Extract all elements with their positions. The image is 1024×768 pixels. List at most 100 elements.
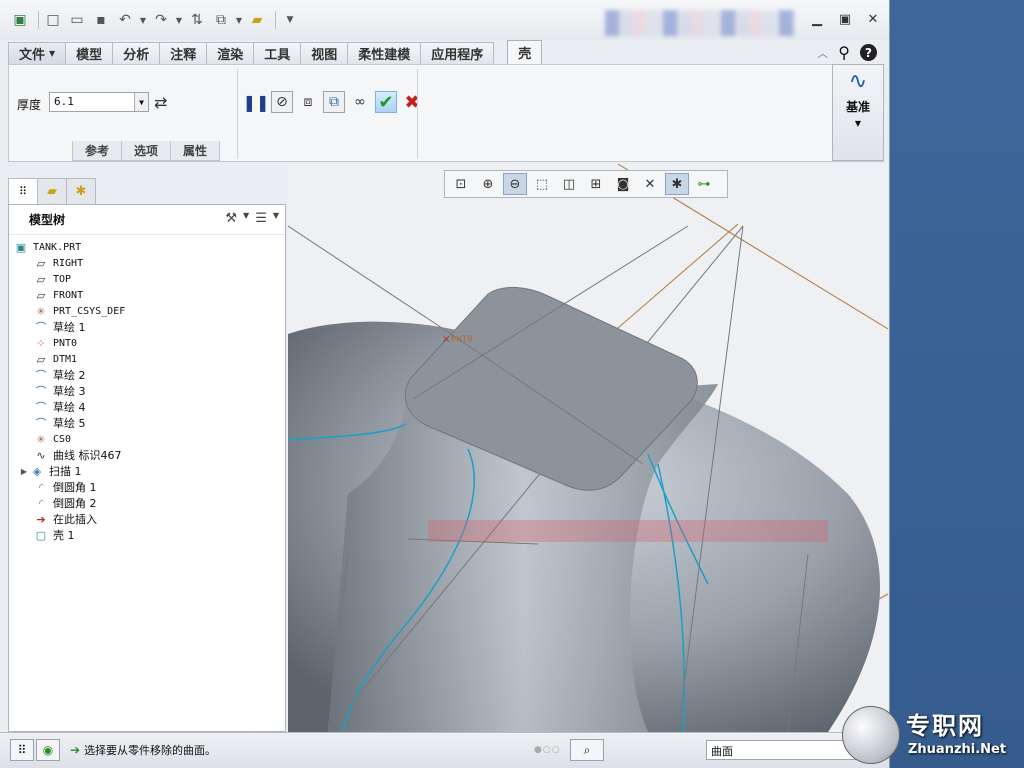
tab-applications[interactable]: 应用程序 [420, 42, 495, 64]
datum-display-filters-icon[interactable]: ✕ [638, 173, 662, 195]
tree-item-label: 壳 1 [53, 529, 75, 542]
tree-item[interactable]: ✳ PRT_CSYS_DEF [9, 303, 285, 319]
close-icon[interactable]: ✕ [864, 10, 882, 28]
view-manager-icon[interactable]: ◙ [611, 173, 635, 195]
open-icon[interactable]: ▭ [67, 10, 87, 30]
show-icon[interactable]: ☰ [255, 211, 267, 226]
tree-item[interactable]: ◜ 倒圆角 2 [9, 495, 285, 511]
tree-item[interactable]: ➔ 在此插入 [9, 511, 285, 527]
tree-item[interactable]: ∿ 曲线 标识467 [9, 447, 285, 463]
blurred-annotation [428, 520, 828, 542]
no-preview-button[interactable]: ⊘ [271, 91, 293, 113]
folder-icon[interactable]: ▰ [247, 10, 267, 30]
zoom-in-icon[interactable]: ⊕ [476, 173, 500, 195]
verify-preview-button[interactable]: ⧉ [323, 91, 345, 113]
tree-item[interactable]: ▱ RIGHT [9, 255, 285, 271]
new-icon[interactable]: □ [43, 10, 63, 30]
chevron-down-icon[interactable]: ▼ [134, 93, 148, 111]
windows-icon[interactable]: ⧉ [211, 10, 231, 30]
chevron-down-icon: ▼ [49, 49, 56, 58]
tab-tools[interactable]: 工具 [253, 42, 302, 64]
verify-mode-button[interactable]: ∞ [349, 91, 371, 113]
status-message-text: 选择要从零件移除的曲面。 [84, 744, 217, 757]
ribbon-tabs: 文件 ▼ 模型 分析 注释 渲染 工具 视图 柔性建模 应用程序 壳 [0, 40, 889, 64]
tab-flexible-modeling[interactable]: 柔性建模 [347, 42, 422, 64]
csys-icon: ✳ [36, 432, 46, 446]
tab-properties[interactable]: 属性 [170, 141, 221, 161]
tree-item[interactable]: ▱ TOP [9, 271, 285, 287]
tree-item-label: 草绘 3 [53, 385, 86, 398]
sweep-icon: ◈ [32, 464, 42, 478]
tab-options[interactable]: 选项 [121, 141, 172, 161]
pause-button[interactable]: ❚❚ [243, 91, 270, 113]
redo-icon[interactable]: ↷ [151, 10, 171, 30]
saved-orientations-icon[interactable]: ⊞ [584, 173, 608, 195]
tree-item[interactable]: ✳ CS0 [9, 431, 285, 447]
tree-item[interactable]: ⌒ 草绘 4 [9, 399, 285, 415]
tab-model-tree[interactable]: ⠿ [8, 178, 38, 204]
status-bar: ⠿ ◉ ➔ 选择要从零件移除的曲面。 ●○○ ⌕ 曲面 [0, 732, 889, 768]
tab-file-label: 文件 [19, 48, 46, 63]
tab-favorites[interactable]: ✱ [66, 178, 96, 204]
tree-item[interactable]: ⁘ PNT0 [9, 335, 285, 351]
windows-dropdown-icon[interactable]: ▼ [235, 10, 243, 30]
flip-direction-icon[interactable]: ⇄ [154, 93, 167, 112]
search-icon[interactable]: ⚲ [838, 43, 850, 62]
tab-view[interactable]: 视图 [300, 42, 349, 64]
graphics-viewport[interactable]: × PNT0 [288, 164, 888, 732]
zoom-out-icon[interactable]: ⊖ [503, 173, 527, 195]
tree-item[interactable]: ▱ DTM1 [9, 351, 285, 367]
regenerate-icon[interactable]: ⇅ [187, 10, 207, 30]
separate-preview-button[interactable]: ⧈ [297, 91, 319, 113]
settings-icon[interactable]: ⚒ [225, 211, 237, 226]
save-icon[interactable]: ▪ [91, 10, 111, 30]
tab-render[interactable]: 渲染 [206, 42, 255, 64]
tree-item[interactable]: ⌒ 草绘 5 [9, 415, 285, 431]
tree-item[interactable]: ⌒ 草绘 3 [9, 383, 285, 399]
chevron-down-icon[interactable]: ▼ [273, 211, 279, 226]
datum-button[interactable]: ∿ 基准 ▼ [832, 64, 884, 161]
tree-item-label: 草绘 1 [53, 321, 86, 334]
customize-icon[interactable]: ▼ [280, 10, 300, 30]
undo-icon[interactable]: ↶ [115, 10, 135, 30]
tab-folder-browser[interactable]: ▰ [37, 178, 67, 204]
message-arrow-icon: ➔ [70, 743, 81, 757]
display-style-icon[interactable]: ◫ [557, 173, 581, 195]
refit-icon[interactable]: ⊡ [449, 173, 473, 195]
tab-file[interactable]: 文件 ▼ [8, 42, 67, 64]
undo-dropdown-icon[interactable]: ▼ [139, 10, 147, 30]
tab-analysis[interactable]: 分析 [112, 42, 161, 64]
expand-icon[interactable]: ▶ [19, 467, 29, 476]
cancel-button[interactable]: ✖ [401, 91, 423, 113]
desktop-background [890, 0, 1024, 768]
tab-model[interactable]: 模型 [65, 42, 114, 64]
redo-dropdown-icon[interactable]: ▼ [175, 10, 183, 30]
tree-item-label: TOP [53, 273, 72, 285]
chevron-down-icon[interactable]: ▼ [243, 211, 249, 226]
tab-annotate[interactable]: 注释 [159, 42, 208, 64]
tree-item-label: 草绘 4 [53, 401, 86, 414]
find-button[interactable]: ⌕ [570, 739, 604, 761]
app-window: ▣ □ ▭ ▪ ↶ ▼ ↷ ▼ ⇅ ⧉ ▼ ▰ ▼ ▁ ▣ ✕ 文件 ▼ 模型 分… [0, 0, 890, 768]
repaint-icon[interactable]: ⬚ [530, 173, 554, 195]
spin-center-icon[interactable]: ✱ [665, 173, 689, 195]
tree-item[interactable]: ▢ 壳 1 [9, 527, 285, 543]
maximize-icon[interactable]: ▣ [836, 10, 854, 28]
app-logo-icon[interactable]: ▣ [10, 10, 30, 30]
tab-shell[interactable]: 壳 [507, 40, 543, 64]
annotation-display-icon[interactable]: ⊶ [692, 173, 716, 195]
tree-item[interactable]: ◜ 倒圆角 1 [9, 479, 285, 495]
tree-item[interactable]: ▱ FRONT [9, 287, 285, 303]
toggle-navigator-button[interactable]: ⠿ [10, 739, 34, 761]
collapse-ribbon-icon[interactable]: ︿ [817, 45, 828, 61]
tree-item[interactable]: ⌒ 草绘 1 [9, 319, 285, 335]
accept-button[interactable]: ✔ [375, 91, 397, 113]
help-icon[interactable]: ? [860, 44, 877, 61]
tab-references[interactable]: 参考 [72, 141, 123, 161]
tree-item[interactable]: ▣ TANK.PRT [9, 239, 285, 255]
toggle-browser-button[interactable]: ◉ [36, 739, 60, 761]
thickness-input[interactable]: 6.1 ▼ [49, 92, 149, 112]
tree-item[interactable]: ⌒ 草绘 2 [9, 367, 285, 383]
minimize-icon[interactable]: ▁ [808, 10, 826, 28]
tree-item[interactable]: ▶ ◈ 扫描 1 [9, 463, 285, 479]
